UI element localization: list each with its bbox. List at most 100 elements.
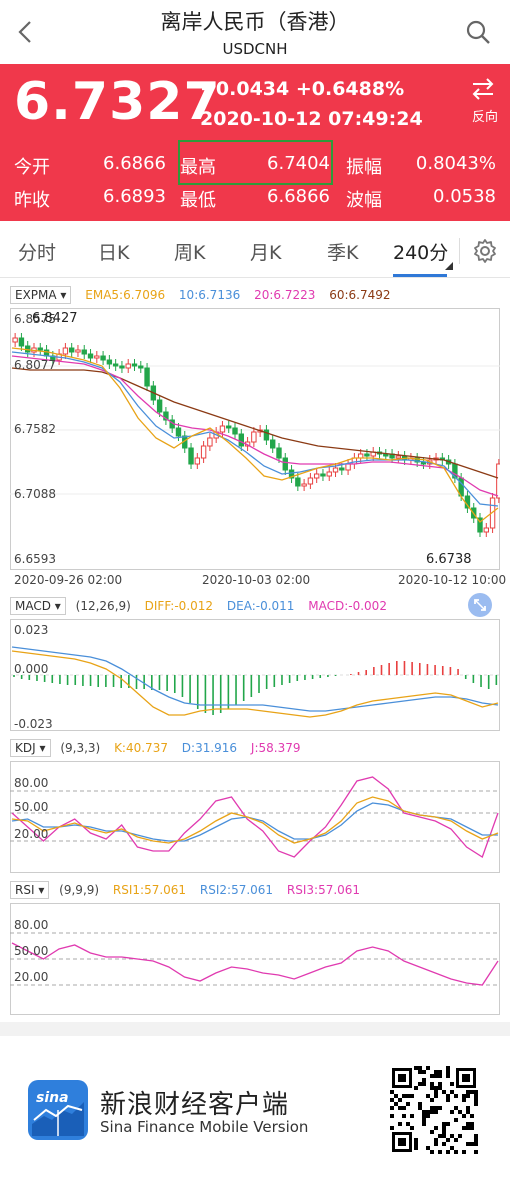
candle-body — [364, 453, 370, 457]
candle-body — [207, 437, 213, 447]
kdj-chart[interactable] — [10, 761, 500, 873]
candle-body — [62, 347, 69, 355]
expand-icon[interactable] — [467, 592, 493, 618]
y-axis-label: 6.8077 — [14, 358, 56, 372]
qr-module — [438, 1070, 442, 1074]
qr-module — [470, 1090, 474, 1094]
amplitude-label: 振幅 — [346, 157, 382, 178]
qr-module — [434, 1070, 438, 1074]
qr-module — [454, 1150, 458, 1154]
kdj-j-line — [11, 776, 499, 858]
x-axis-label: 2020-09-26 02:00 — [14, 573, 123, 587]
candle-body — [313, 473, 320, 479]
qr-module — [434, 1094, 438, 1098]
qr-finder-module — [462, 1074, 470, 1082]
rsi2-legend: RSI2:57.061 — [199, 883, 274, 897]
qr-module — [446, 1094, 450, 1098]
tab-weekly[interactable]: 周K — [174, 238, 205, 265]
kdj-indicator-select[interactable]: KDJ ▾ — [10, 739, 51, 757]
candlestick-chart[interactable] — [10, 308, 500, 570]
candle-body — [295, 477, 301, 487]
candle-body — [238, 433, 244, 447]
tab-daily[interactable]: 日K — [98, 238, 129, 265]
qr-module — [430, 1086, 434, 1090]
candle-body — [12, 337, 18, 343]
reverse-button[interactable]: 反向 — [472, 106, 498, 125]
qr-module — [450, 1110, 454, 1114]
candle-body — [251, 431, 257, 443]
qr-module — [390, 1126, 394, 1130]
rsi-legend-row: RSI ▾ (9,9,9) RSI1:57.061 RSI2:57.061 RS… — [10, 881, 360, 899]
qr-module — [474, 1102, 478, 1106]
qr-module — [414, 1066, 418, 1070]
qr-module — [458, 1134, 462, 1138]
qr-module — [462, 1098, 466, 1102]
quote-timestamp: 2020-10-12 07:49:24 — [200, 108, 423, 130]
qr-finder-module — [398, 1074, 406, 1082]
tab-monthly[interactable]: 月K — [250, 238, 281, 265]
rsi-params: (9,9,9) — [59, 883, 100, 897]
macd-chart[interactable] — [10, 619, 500, 731]
gear-icon[interactable] — [472, 238, 498, 264]
tab-intraday[interactable]: 分时 — [18, 238, 56, 265]
expma-indicator-select[interactable]: EXPMA ▾ — [10, 286, 72, 304]
candle-body — [119, 365, 125, 369]
qr-module — [462, 1094, 466, 1098]
qr-module — [422, 1114, 426, 1118]
qr-module — [394, 1102, 398, 1106]
tab-quarterly[interactable]: 季K — [327, 238, 358, 265]
swap-arrows-icon[interactable] — [470, 76, 496, 102]
qr-module — [434, 1138, 438, 1142]
candle-body — [219, 425, 226, 433]
candle-body — [326, 471, 332, 477]
qr-module — [454, 1138, 458, 1142]
open-value: 6.6866 — [103, 153, 166, 174]
qr-module — [410, 1094, 414, 1098]
candle-body — [270, 439, 276, 449]
tab-240min[interactable]: 240分 — [393, 238, 448, 265]
qr-module — [414, 1086, 418, 1090]
candle-body — [339, 467, 345, 471]
qr-module — [394, 1094, 398, 1098]
qr-module — [454, 1118, 458, 1122]
rsi-y-label: 50.00 — [14, 944, 49, 958]
qr-module — [438, 1134, 442, 1138]
kdj-d-line — [11, 802, 498, 842]
chart-area: EXPMA ▾ EMA5:6.7096 10:6.7136 20:6.7223 … — [0, 278, 510, 1020]
qr-module — [442, 1126, 446, 1130]
qr-module — [442, 1130, 446, 1134]
search-icon[interactable] — [464, 18, 492, 46]
qr-module — [434, 1074, 438, 1078]
rsi-indicator-select[interactable]: RSI ▾ — [10, 881, 50, 899]
prev-close-value: 6.6893 — [103, 186, 166, 207]
macd-indicator-select[interactable]: MACD ▾ — [10, 597, 66, 615]
qr-module — [434, 1126, 438, 1130]
candle-body — [282, 457, 288, 471]
candle-body — [18, 337, 25, 347]
app-promo-footer[interactable]: sina 新浪财经客户端 Sina Finance Mobile Version — [0, 1036, 510, 1185]
expma-legend-row: EXPMA ▾ EMA5:6.7096 10:6.7136 20:6.7223 … — [10, 286, 391, 304]
x-axis-label: 2020-10-12 10:00 — [398, 573, 507, 587]
kdj-k-line — [11, 796, 499, 844]
qr-module — [442, 1090, 446, 1094]
macd-y-label: 0.000 — [14, 662, 49, 676]
qr-module — [422, 1110, 426, 1114]
candle-body — [81, 349, 87, 355]
rsi-line — [11, 942, 499, 986]
qr-module — [430, 1098, 434, 1102]
candle-body — [232, 427, 238, 435]
sina-finance-logo-icon: sina — [28, 1080, 88, 1140]
candle-body — [175, 427, 182, 437]
wave-value: 0.0538 — [433, 186, 496, 207]
qr-module — [450, 1082, 454, 1086]
qr-module — [422, 1118, 426, 1122]
rsi-chart[interactable] — [10, 903, 500, 1015]
logo-text: sina — [36, 1090, 69, 1106]
qr-module — [414, 1138, 418, 1142]
kdj-params: (9,3,3) — [60, 741, 101, 755]
qr-module — [470, 1126, 474, 1130]
qr-module — [414, 1146, 418, 1150]
candle-body — [106, 359, 113, 365]
last-price: 6.7327 — [14, 72, 221, 132]
candle-body — [156, 399, 163, 413]
